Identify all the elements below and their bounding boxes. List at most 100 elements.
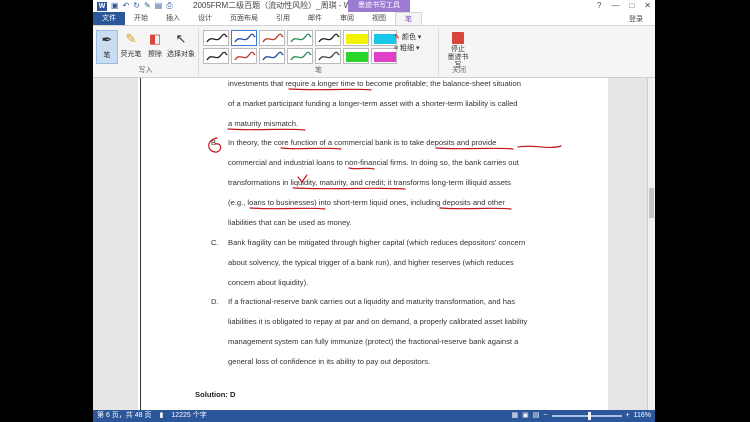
write-group: ✒ 笔 ✎ 荧光笔 ◧ 擦除 ↖ 选择对象 写入 bbox=[93, 28, 199, 76]
color-dropdown[interactable]: ✎ 颜色 ▾ bbox=[394, 32, 421, 43]
zoom-out-button[interactable]: − bbox=[543, 410, 547, 422]
pen-swatch[interactable] bbox=[315, 30, 341, 46]
option-b-label: B. bbox=[211, 138, 219, 147]
para-b-line-1: In theory, the core function of a commer… bbox=[228, 138, 497, 147]
para-c-line-2: about solvency, the typical trigger of a… bbox=[228, 258, 514, 267]
tab-view[interactable]: 视图 bbox=[363, 12, 395, 25]
pen-gallery bbox=[203, 30, 397, 64]
highlighter-icon: ✎ bbox=[125, 31, 137, 46]
book-icon: ▮ bbox=[159, 412, 164, 419]
ribbon: ✒ 笔 ✎ 荧光笔 ◧ 擦除 ↖ 选择对象 写入 ✎ 颜色 ▾ ≡ 粗细 ▾ 笔… bbox=[93, 26, 655, 78]
new-doc-icon[interactable]: ▤ bbox=[155, 1, 163, 11]
pen-button[interactable]: ✒ 笔 bbox=[96, 30, 118, 64]
pen-swatch[interactable] bbox=[315, 48, 341, 64]
para-d-line-1: If a fractional-reserve bank carries out… bbox=[228, 297, 516, 306]
option-c-label: C. bbox=[211, 238, 219, 247]
page-count[interactable]: 第 6 页，共 48 页 bbox=[93, 410, 151, 422]
close-group: 停止 墨迹书写 关闭 bbox=[439, 28, 479, 76]
color-icon: ✎ bbox=[394, 34, 400, 41]
eraser-icon: ◧ bbox=[148, 31, 162, 46]
close-button[interactable]: ✕ bbox=[644, 0, 651, 12]
ribbon-tabs: 文件 开始 插入 设计 页面布局 引用 邮件 审阅 视图 笔 bbox=[93, 12, 655, 26]
vertical-scrollbar[interactable] bbox=[647, 78, 655, 410]
pen-swatch[interactable] bbox=[259, 48, 285, 64]
tab-file[interactable]: 文件 bbox=[93, 12, 125, 25]
close-group-label: 关闭 bbox=[452, 67, 466, 74]
help-button[interactable]: ? bbox=[597, 0, 601, 12]
thickness-dropdown[interactable]: ≡ 粗细 ▾ bbox=[394, 43, 421, 54]
tab-home[interactable]: 开始 bbox=[125, 12, 157, 25]
pen-swatch[interactable] bbox=[231, 30, 257, 46]
undo-icon[interactable]: ↶ bbox=[123, 1, 130, 11]
pen-swatch[interactable] bbox=[231, 48, 257, 64]
para-c-line-1: Bank fragility can be mitigated through … bbox=[228, 238, 526, 247]
zoom-slider-thumb[interactable] bbox=[587, 412, 591, 420]
tab-pens[interactable]: 笔 bbox=[395, 12, 422, 25]
document-title: 2005FRM二级百题（流动性风险）_周琪 - Word bbox=[193, 1, 363, 10]
read-mode-icon[interactable]: ▦ bbox=[512, 410, 519, 422]
zoom-in-button[interactable]: + bbox=[626, 410, 630, 422]
word-logo-icon: W bbox=[97, 1, 107, 11]
tab-layout[interactable]: 页面布局 bbox=[221, 12, 267, 25]
pen-swatch[interactable] bbox=[287, 30, 313, 46]
web-layout-icon[interactable]: ▤ bbox=[533, 410, 540, 422]
word-window: W ▣ ↶ ↻ ✎ ▤ ⎙ 2005FRM二级百题（流动性风险）_周琪 - Wo… bbox=[93, 0, 655, 422]
tab-mailings[interactable]: 邮件 bbox=[299, 12, 331, 25]
eraser-button[interactable]: ◧ 擦除 bbox=[144, 30, 166, 64]
pen-options: ✎ 颜色 ▾ ≡ 粗细 ▾ bbox=[394, 32, 421, 54]
pens-group: ✎ 颜色 ▾ ≡ 粗细 ▾ 笔 bbox=[199, 28, 439, 76]
thickness-icon: ≡ bbox=[394, 45, 399, 52]
restore-button[interactable]: □ bbox=[629, 0, 634, 12]
title-bar: W ▣ ↶ ↻ ✎ ▤ ⎙ 2005FRM二级百题（流动性风险）_周琪 - Wo… bbox=[93, 0, 655, 12]
para-a-line-3: a maturity mismatch. bbox=[228, 119, 299, 128]
zoom-level[interactable]: 116% bbox=[634, 410, 651, 422]
solution-text: Solution: D bbox=[195, 390, 236, 399]
pen-swatch[interactable] bbox=[287, 48, 313, 64]
select-objects-button[interactable]: ↖ 选择对象 bbox=[167, 30, 195, 64]
para-b-line-2: commercial and industrial loans to non-f… bbox=[228, 158, 519, 167]
tab-insert[interactable]: 插入 bbox=[157, 12, 189, 25]
minimize-button[interactable]: — bbox=[611, 0, 619, 12]
zoom-slider[interactable] bbox=[551, 412, 622, 420]
contextual-tab-ink-tools: 墨迹书写工具 bbox=[348, 0, 410, 12]
document-area[interactable]: investments that require a longer time t… bbox=[93, 78, 655, 410]
para-d-line-2: liabilities it is obligated to repay at … bbox=[228, 317, 528, 326]
word-count[interactable]: 12225 个字 bbox=[167, 410, 206, 422]
tab-design[interactable]: 设计 bbox=[189, 12, 221, 25]
para-a-line-1: investments that require a longer time t… bbox=[228, 79, 521, 88]
scroll-thumb[interactable] bbox=[649, 188, 654, 218]
para-c-line-3: concern about liquidity). bbox=[228, 278, 309, 287]
login-link[interactable]: 登录 bbox=[629, 14, 643, 24]
para-a-line-2: of a market participant funding a longer… bbox=[228, 99, 518, 108]
cursor-icon: ↖ bbox=[175, 31, 187, 46]
para-b-line-3: transformations in liquidity, maturity, … bbox=[228, 178, 511, 187]
status-bar: 第 6 页，共 48 页 ▮ 12225 个字 ▦ ▣ ▤ − + 116% bbox=[93, 410, 655, 422]
highlighter-button[interactable]: ✎ 荧光笔 bbox=[119, 30, 143, 64]
pen-qat-icon[interactable]: ✎ bbox=[144, 1, 151, 11]
tab-review[interactable]: 审阅 bbox=[331, 12, 363, 25]
pen-swatch[interactable] bbox=[259, 30, 285, 46]
pen-swatch[interactable] bbox=[343, 30, 369, 46]
para-d-line-4: general loss of confidence in its abilit… bbox=[228, 357, 431, 366]
page-edge bbox=[140, 78, 141, 410]
print-layout-icon[interactable]: ▣ bbox=[522, 410, 529, 422]
stop-inking-button[interactable]: 停止 墨迹书写 bbox=[445, 30, 471, 70]
save-icon[interactable]: ▣ bbox=[111, 1, 119, 11]
quick-access-toolbar: W ▣ ↶ ↻ ✎ ▤ ⎙ bbox=[93, 1, 173, 11]
para-b-line-5: liabilities that can be used as money. bbox=[228, 218, 352, 227]
pens-group-label: 笔 bbox=[315, 67, 322, 74]
pen-swatch[interactable] bbox=[203, 30, 229, 46]
tab-references[interactable]: 引用 bbox=[267, 12, 299, 25]
pen-icon: ✒ bbox=[101, 32, 113, 47]
option-d-label: D. bbox=[211, 297, 219, 306]
write-group-label: 写入 bbox=[138, 67, 153, 74]
zoom-control: ▦ ▣ ▤ − + 116% bbox=[512, 410, 651, 422]
pen-swatch[interactable] bbox=[203, 48, 229, 64]
redo-icon[interactable]: ↻ bbox=[133, 1, 140, 11]
print-icon[interactable]: ⎙ bbox=[166, 1, 172, 11]
window-controls: ? — □ ✕ bbox=[597, 0, 651, 12]
stop-icon bbox=[452, 32, 464, 44]
para-d-line-3: management system can fully immunize (pr… bbox=[228, 337, 519, 346]
pen-swatch[interactable] bbox=[343, 48, 369, 64]
para-b-line-4: (e.g., loans to businesses) into short-t… bbox=[228, 198, 505, 207]
